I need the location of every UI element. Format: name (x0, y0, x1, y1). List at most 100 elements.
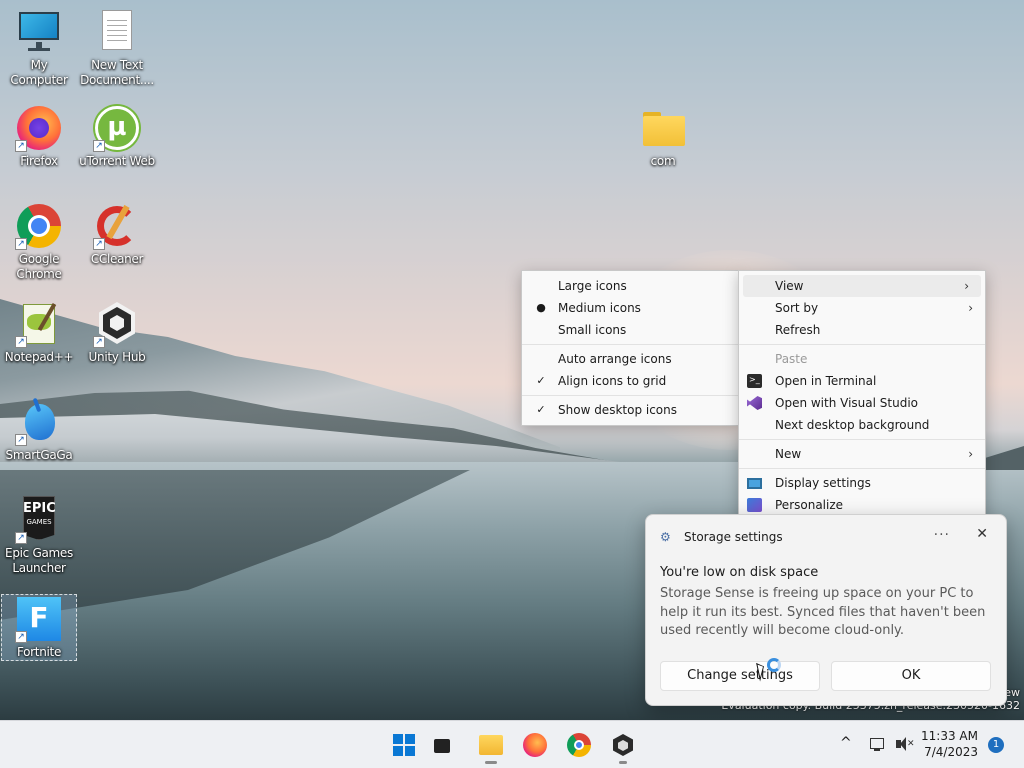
menu-item-label: Display settings (775, 476, 871, 490)
shortcut-arrow-icon: ↗ (15, 140, 27, 152)
notepadpp-icon: ↗ (15, 300, 63, 348)
menu-item-sort-by[interactable]: Sort by › (739, 297, 985, 319)
menu-separator (739, 344, 985, 345)
menu-item-next-background[interactable]: Next desktop background (739, 414, 985, 436)
desktop-icon-utorrent[interactable]: µ ↗ uTorrent Web (79, 104, 155, 169)
menu-item-label: New (775, 447, 802, 461)
menu-item-medium-icons[interactable]: ● Medium icons (522, 297, 738, 319)
menu-item-label: Show desktop icons (558, 403, 678, 417)
notification-title: You're low on disk space (660, 565, 819, 580)
ccleaner-icon: ↗ (93, 202, 141, 250)
shortcut-arrow-icon: ↗ (15, 238, 27, 250)
shortcut-arrow-icon: ↗ (15, 532, 27, 544)
epic-logo-text: EPIC (23, 501, 56, 516)
folder-icon (639, 104, 687, 152)
menu-item-refresh[interactable]: Refresh (739, 319, 985, 341)
task-view-icon (434, 739, 450, 753)
fortnite-logo-letter: F (29, 601, 49, 634)
windows-logo-icon (393, 734, 415, 756)
utorrent-icon: µ ↗ (93, 104, 141, 152)
menu-item-paste[interactable]: Paste (739, 348, 985, 370)
menu-item-personalize[interactable]: Personalize (739, 494, 985, 516)
menu-item-label: Open in Terminal (775, 374, 877, 388)
more-options-icon[interactable]: ··· (934, 527, 950, 543)
menu-item-open-terminal[interactable]: >_ Open in Terminal (739, 370, 985, 392)
menu-item-align-to-grid[interactable]: ✓ Align icons to grid (522, 370, 738, 392)
desktop-icon-epic-games[interactable]: EPIC GAMES ↗ Epic Games Launcher (1, 496, 77, 576)
taskbar-clock[interactable]: 11:33 AM 7/4/2023 (921, 728, 978, 760)
start-button[interactable] (390, 731, 418, 759)
desktop-icon-label: Firefox (20, 154, 58, 168)
chevron-right-icon: › (968, 301, 973, 315)
terminal-icon: >_ (747, 374, 762, 388)
desktop-icon-fortnite[interactable]: F ↗ Fortnite (1, 594, 77, 661)
shortcut-arrow-icon: ↗ (15, 434, 27, 446)
close-icon[interactable]: ✕ (976, 526, 988, 542)
shortcut-arrow-icon: ↗ (93, 140, 105, 152)
desktop-icon-label: Fortnite (16, 645, 62, 659)
desktop-icon-label: com (650, 154, 676, 168)
monitor-icon (15, 8, 63, 56)
menu-item-open-visual-studio[interactable]: Open with Visual Studio (739, 392, 985, 414)
menu-item-display-settings[interactable]: Display settings (739, 472, 985, 494)
desktop-icon-smartgaga[interactable]: ↗ SmartGaGa (1, 397, 77, 463)
desktop-icon-label: New Text Document.... (80, 58, 154, 87)
desktop-icon-unity-hub[interactable]: ↗ Unity Hub (79, 300, 155, 365)
menu-item-label: Sort by (775, 301, 819, 315)
menu-item-label: Refresh (775, 323, 821, 337)
taskbar-file-explorer[interactable] (477, 731, 505, 764)
taskbar-chrome[interactable] (565, 731, 593, 759)
wallpaper-far-hill (985, 446, 1024, 470)
desktop-icon-chrome[interactable]: ↗ Google Chrome (1, 202, 77, 282)
taskbar-running-indicator (619, 761, 627, 764)
personalize-icon (747, 498, 762, 512)
desktop-icon-com-folder[interactable]: com (625, 104, 701, 169)
desktop-icon-my-computer[interactable]: My Computer (1, 8, 77, 88)
busy-spinner-icon (767, 658, 781, 672)
network-icon[interactable] (868, 721, 888, 768)
change-settings-button[interactable]: Change settings (660, 661, 820, 691)
menu-item-view[interactable]: View › (743, 275, 981, 297)
checkmark-icon: ✓ (536, 374, 546, 387)
menu-item-label: Small icons (558, 323, 627, 337)
desktop-icon-ccleaner[interactable]: ↗ CCleaner (79, 202, 155, 267)
notification-count-badge[interactable]: 1 (988, 737, 1004, 753)
desktop-icon-firefox[interactable]: ↗ Firefox (1, 104, 77, 169)
text-file-icon (93, 8, 141, 56)
menu-item-label: Auto arrange icons (558, 352, 672, 366)
menu-item-label: Personalize (775, 498, 844, 512)
menu-item-auto-arrange[interactable]: Auto arrange icons (522, 348, 738, 370)
chevron-right-icon: › (968, 447, 973, 461)
firefox-icon: ↗ (15, 104, 63, 152)
shortcut-arrow-icon: ↗ (15, 631, 27, 643)
desktop-icon-label: Google Chrome (16, 252, 62, 281)
taskbar-unity-hub[interactable] (609, 731, 637, 764)
menu-separator (739, 439, 985, 440)
menu-item-label: Open with Visual Studio (775, 396, 918, 410)
desktop-icon-notepadpp[interactable]: ↗ Notepad++ (1, 300, 77, 365)
menu-item-label: Medium icons (558, 301, 641, 315)
shortcut-arrow-icon: ↗ (15, 336, 27, 348)
show-hidden-icons-button[interactable]: ^ (838, 721, 854, 768)
volume-muted-icon[interactable]: ✕ (894, 721, 915, 768)
menu-item-small-icons[interactable]: Small icons (522, 319, 738, 341)
radio-bullet-icon: ● (536, 301, 546, 314)
menu-separator (522, 395, 738, 396)
menu-separator (522, 344, 738, 345)
desktop-icon-label: My Computer (10, 58, 68, 87)
menu-item-show-desktop-icons[interactable]: ✓ Show desktop icons (522, 399, 738, 421)
desktop-icon-text-document[interactable]: New Text Document.... (79, 8, 155, 88)
desktop-icon-label: SmartGaGa (5, 448, 73, 462)
shortcut-arrow-icon: ↗ (93, 238, 105, 250)
menu-separator (739, 468, 985, 469)
menu-item-large-icons[interactable]: Large icons (522, 275, 738, 297)
taskbar-task-view[interactable] (430, 731, 458, 759)
display-icon (747, 478, 762, 489)
menu-item-new[interactable]: New › (739, 443, 985, 465)
chrome-icon: ↗ (15, 202, 63, 250)
menu-item-label: Paste (775, 352, 808, 366)
notification-body: Storage Sense is freeing up space on you… (660, 586, 986, 638)
taskbar-firefox[interactable] (521, 731, 549, 759)
visual-studio-icon (747, 396, 762, 410)
ok-button[interactable]: OK (831, 661, 991, 691)
